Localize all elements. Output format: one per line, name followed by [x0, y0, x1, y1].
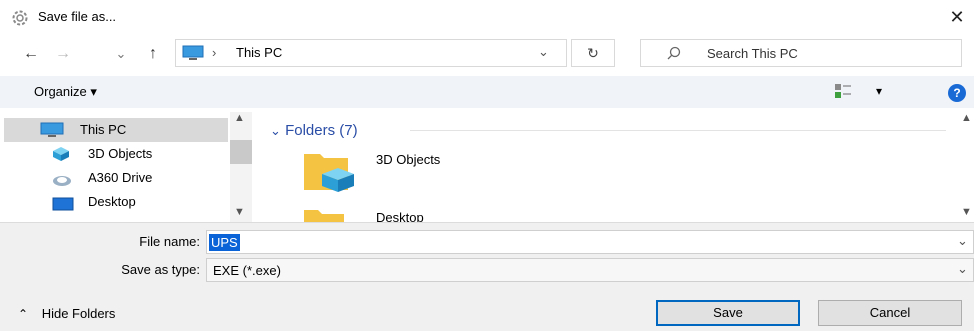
refresh-button[interactable]: ↻	[571, 39, 615, 67]
save-as-type-label: Save as type:	[121, 262, 200, 277]
content-scrollbar[interactable]: ▲ ▼	[960, 112, 974, 222]
folders-group-header[interactable]: ⌄ Folders (7)	[270, 122, 358, 139]
chevron-down-icon[interactable]: ⌄	[957, 261, 968, 277]
content-pane	[258, 112, 962, 222]
breadcrumb-this-pc[interactable]: This PC	[236, 45, 282, 60]
gear-icon	[10, 8, 30, 28]
folder-3d-icon	[302, 148, 358, 194]
save-as-type-select[interactable]: EXE (*.exe) ⌄	[206, 258, 974, 282]
search-icon	[667, 46, 681, 60]
file-name-label: File name:	[139, 234, 200, 249]
tree-item-desktop[interactable]: Desktop	[4, 190, 228, 214]
tree-item-label: Desktop	[88, 194, 136, 209]
file-name-input[interactable]: UPS	[209, 234, 240, 251]
folders-group-label: Folders (7)	[285, 122, 358, 139]
desktop-icon	[52, 195, 74, 211]
breadcrumb-separator: ›	[212, 45, 217, 60]
close-icon[interactable]: ✕	[944, 4, 970, 30]
search-input[interactable]: Search This PC	[707, 46, 798, 61]
back-button[interactable]: ←	[20, 42, 42, 66]
folder-item-desktop[interactable]: Desktop	[376, 210, 424, 222]
organize-button[interactable]: Organize ▾	[34, 84, 97, 100]
save-button[interactable]: Save	[656, 300, 800, 326]
chevron-down-icon: ⌄	[270, 123, 281, 138]
scroll-up-icon[interactable]: ▲	[234, 112, 245, 124]
folder-item-3d-objects[interactable]: 3D Objects	[376, 152, 440, 167]
tree-item-label: This PC	[80, 122, 127, 137]
cube-icon	[52, 146, 70, 162]
file-name-field[interactable]: UPS ⌄	[206, 230, 974, 254]
monitor-icon	[182, 45, 204, 61]
folder-icon	[302, 206, 346, 222]
tree-item-this-pc[interactable]: This PC	[4, 118, 228, 142]
view-dropdown-icon[interactable]: ▾	[876, 84, 882, 98]
group-divider	[410, 130, 946, 131]
chevron-down-icon[interactable]: ⌄	[957, 233, 968, 249]
monitor-icon	[40, 122, 64, 138]
tree-item-label: 3D Objects	[88, 146, 153, 161]
tree-item-a360-drive[interactable]: A360 Drive	[4, 166, 228, 190]
tree-scrollbar-thumb[interactable]	[230, 140, 252, 164]
hide-folders-toggle[interactable]: ⌃ Hide Folders	[18, 306, 115, 321]
up-button[interactable]: ↑	[142, 42, 164, 66]
hide-folders-label: Hide Folders	[41, 306, 116, 321]
window-title: Save file as...	[38, 9, 117, 24]
navigation-pane: This PC 3D Objects A360 Drive Desktop	[0, 112, 254, 222]
scroll-down-icon[interactable]: ▼	[234, 206, 245, 218]
save-as-type-value: EXE (*.exe)	[213, 263, 281, 278]
command-bar	[0, 76, 974, 108]
help-icon[interactable]: ?	[948, 84, 966, 102]
cancel-button[interactable]: Cancel	[818, 300, 962, 326]
recent-locations-button[interactable]: ⌄	[110, 42, 132, 66]
cloud-drive-icon	[52, 171, 72, 186]
forward-button[interactable]: →	[52, 42, 74, 66]
tree-item-label: A360 Drive	[88, 170, 153, 185]
search-box[interactable]: Search This PC	[640, 39, 962, 67]
tree-item-3d-objects[interactable]: 3D Objects	[4, 142, 228, 166]
title-bar	[0, 0, 974, 34]
address-bar[interactable]: › This PC ⌄	[175, 39, 567, 67]
chevron-up-icon: ⌃	[18, 307, 29, 321]
view-options-icon[interactable]	[834, 82, 852, 100]
chevron-down-icon[interactable]: ⌄	[538, 44, 549, 60]
